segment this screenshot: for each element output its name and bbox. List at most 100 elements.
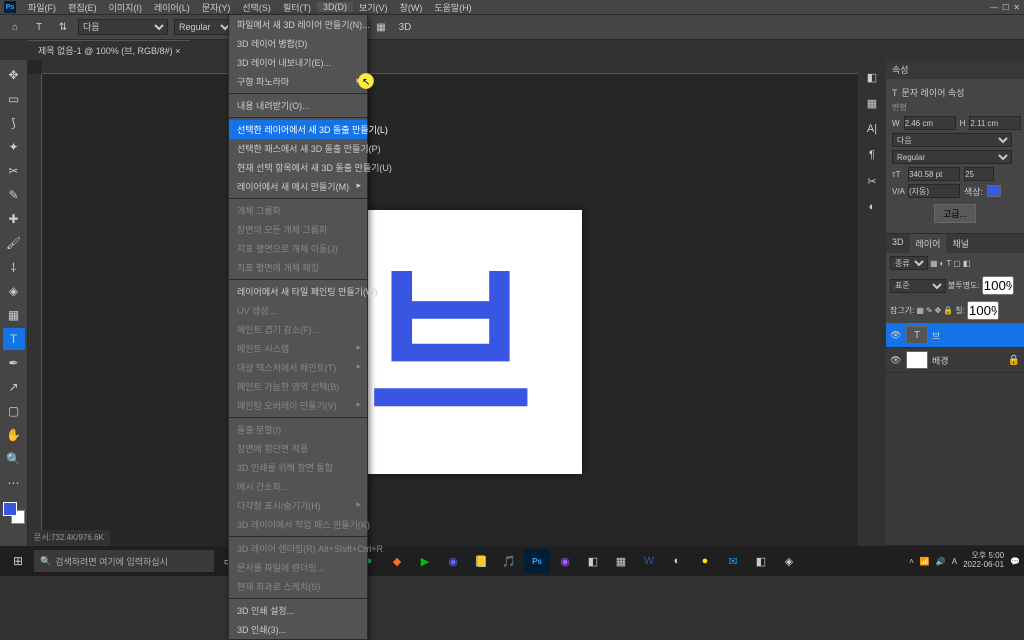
menu-item[interactable]: 3D 레이어 병합(D) <box>229 34 367 53</box>
minimize-icon[interactable]: — <box>990 3 998 12</box>
color-swatches[interactable] <box>3 502 25 524</box>
home-icon[interactable]: ⌂ <box>6 18 24 36</box>
menu-item[interactable]: 선택한 패스에서 새 3D 돌출 만들기(P) <box>229 139 367 158</box>
taskbar-app[interactable]: 📒 <box>468 549 494 573</box>
visibility-icon[interactable]: 👁 <box>890 355 902 366</box>
menu-filter[interactable]: 필터(T) <box>277 1 317 14</box>
crop-tool[interactable]: ✂ <box>3 160 25 182</box>
filter-icon[interactable]: ▢ <box>953 259 961 268</box>
taskbar-search[interactable]: 🔍 검색하려면 여기에 입력하십시 <box>34 550 214 572</box>
taskbar-app[interactable]: ✉ <box>720 549 746 573</box>
tray-volume-icon[interactable]: 🔊 <box>936 557 946 566</box>
heal-tool[interactable]: ✚ <box>3 208 25 230</box>
eyedropper-tool[interactable]: ✎ <box>3 184 25 206</box>
taskbar-app[interactable]: ◧ <box>580 549 606 573</box>
menu-select[interactable]: 선택(S) <box>236 1 277 14</box>
width-input[interactable] <box>904 116 956 130</box>
taskbar-app[interactable]: ◉ <box>440 549 466 573</box>
ruler-vertical[interactable] <box>28 74 42 546</box>
menu-help[interactable]: 도움말(H) <box>428 1 477 14</box>
layer-item[interactable]: 👁 배경 🔒 <box>886 348 1024 373</box>
menu-item[interactable]: 3D 인쇄 설정... <box>229 601 367 620</box>
tab-layers[interactable]: 레이어 <box>910 234 947 253</box>
advanced-button[interactable]: 고급... <box>934 204 976 223</box>
properties-header[interactable]: 속성 <box>886 60 1024 79</box>
size-input[interactable] <box>908 167 960 181</box>
layer-filter-select[interactable]: 종류 <box>890 256 928 270</box>
props-color-swatch[interactable] <box>987 185 1001 197</box>
lasso-tool[interactable]: ⟆ <box>3 112 25 134</box>
path-tool[interactable]: ↗ <box>3 376 25 398</box>
lock-icon[interactable]: ✎ <box>926 306 933 315</box>
tracking-input[interactable] <box>908 184 960 198</box>
color-panel-icon[interactable]: ◧ <box>861 66 883 88</box>
props-font-select[interactable]: 다음 <box>892 133 1012 147</box>
edit-toolbar[interactable]: ⋯ <box>3 472 25 494</box>
taskbar-app[interactable]: ▦ <box>608 549 634 573</box>
marquee-tool[interactable]: ▭ <box>3 88 25 110</box>
filter-icon[interactable]: ◐ <box>940 259 945 268</box>
taskbar-photoshop[interactable]: Ps <box>524 549 550 573</box>
menu-layer[interactable]: 레이어(L) <box>148 1 196 14</box>
taskbar-app[interactable]: W <box>636 549 662 573</box>
lock-icon[interactable]: ✥ <box>935 306 942 315</box>
taskbar-app[interactable]: 🎵 <box>496 549 522 573</box>
menu-item[interactable]: 현재 선택 항목에서 새 3D 돌출 만들기(U) <box>229 158 367 177</box>
layer-name[interactable]: 배경 <box>932 354 949 367</box>
orientation-icon[interactable]: ⇅ <box>54 18 72 36</box>
fill-input[interactable] <box>967 301 999 320</box>
menu-type[interactable]: 문자(Y) <box>196 1 237 14</box>
layer-thumbnail[interactable] <box>906 351 928 369</box>
gradient-tool[interactable]: ▦ <box>3 304 25 326</box>
text-layer-content[interactable]: 브 <box>368 260 534 440</box>
menu-3d[interactable]: 3D(D) <box>317 2 353 12</box>
canvas-area[interactable]: 브 <box>28 60 858 546</box>
taskbar-app[interactable]: ● <box>692 549 718 573</box>
filter-icon[interactable]: ◧ <box>963 259 971 268</box>
styles-panel-icon[interactable]: ◐ <box>861 196 883 218</box>
taskbar-clock[interactable]: 오후 5:00 2022-06-01 <box>963 552 1004 570</box>
taskbar-app[interactable]: ◆ <box>384 549 410 573</box>
ruler-horizontal[interactable] <box>42 60 858 74</box>
close-icon[interactable]: ✕ <box>1013 3 1020 12</box>
document-tab[interactable]: 제목 없음-1 @ 100% (브, RGB/8#) × <box>28 40 190 60</box>
character-panel-icon[interactable]: A| <box>861 118 883 140</box>
lock-icon[interactable]: ▦ <box>916 306 924 315</box>
taskbar-app[interactable]: ◈ <box>776 549 802 573</box>
menu-item[interactable]: 레이어에서 새 메시 만들기(M)▸ <box>229 177 367 196</box>
leading-input[interactable] <box>964 167 994 181</box>
filter-icon[interactable]: T <box>946 259 951 268</box>
filter-icon[interactable]: ▦ <box>930 259 938 268</box>
zoom-tool[interactable]: 🔍 <box>3 448 25 470</box>
swatches-panel-icon[interactable]: ▦ <box>861 92 883 114</box>
menu-item[interactable]: 3D 인쇄(3)... <box>229 620 367 639</box>
menu-view[interactable]: 보기(V) <box>353 1 394 14</box>
notification-icon[interactable]: 💬 <box>1010 557 1020 566</box>
move-tool[interactable]: ✥ <box>3 64 25 86</box>
layer-name[interactable]: 브 <box>932 329 940 342</box>
foreground-color[interactable] <box>3 502 17 516</box>
menu-image[interactable]: 이미지(I) <box>103 1 148 14</box>
maximize-icon[interactable]: ☐ <box>1002 3 1009 12</box>
taskbar-app[interactable]: ◐ <box>664 549 690 573</box>
hand-tool[interactable]: ✋ <box>3 424 25 446</box>
menu-item[interactable]: 선택한 레이어에서 새 3D 돌출 만들기(L) <box>229 120 367 139</box>
system-tray[interactable]: ˄ 📶 🔊 A 오후 5:00 2022-06-01 💬 <box>909 552 1020 570</box>
taskbar-app[interactable]: ◉ <box>552 549 578 573</box>
type-tool[interactable]: T <box>3 328 25 350</box>
shape-tool[interactable]: ▢ <box>3 400 25 422</box>
tray-network-icon[interactable]: 📶 <box>920 557 930 566</box>
menu-window[interactable]: 창(W) <box>394 1 429 14</box>
tab-channels[interactable]: 채널 <box>946 234 975 253</box>
paragraph-panel-icon[interactable]: ¶ <box>861 144 883 166</box>
3d-icon[interactable]: 3D <box>396 18 414 36</box>
lock-icon[interactable]: 🔒 <box>943 306 953 315</box>
brush-tool[interactable]: 🖌 <box>3 232 25 254</box>
font-select[interactable]: 다음 <box>78 19 168 35</box>
start-button[interactable]: ⊞ <box>4 549 32 573</box>
menu-file[interactable]: 파일(F) <box>22 1 62 14</box>
menu-item[interactable]: 내용 내려받기(O)... <box>229 96 367 115</box>
menu-item[interactable]: 구형 파노라마▸ <box>229 72 367 91</box>
wand-tool[interactable]: ✦ <box>3 136 25 158</box>
menu-edit[interactable]: 편집(E) <box>62 1 103 14</box>
